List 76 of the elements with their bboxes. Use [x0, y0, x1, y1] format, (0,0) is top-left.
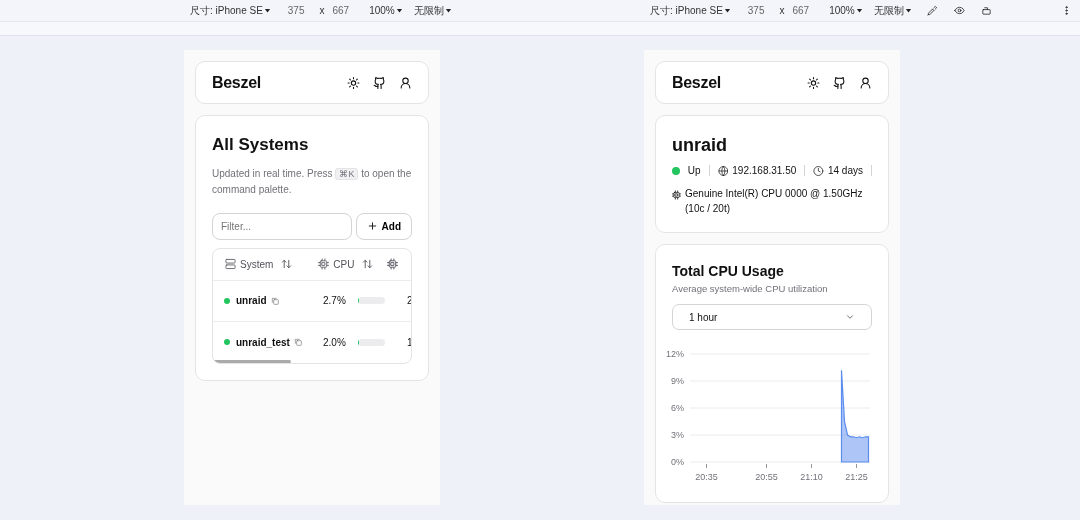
eyedropper-icon[interactable]: [926, 5, 938, 16]
caret-icon: [262, 6, 272, 15]
system-title: unraid: [672, 134, 728, 157]
device-dropdown[interactable]: 尺寸: iPhone SE: [650, 3, 732, 18]
x-tick-label: 20:55: [755, 472, 778, 483]
zoom-dropdown[interactable]: 100%: [829, 3, 864, 18]
times-sign: x: [319, 4, 325, 18]
brand-logo[interactable]: Beszel: [672, 70, 721, 95]
column-header[interactable]: System: [225, 256, 293, 272]
cpu-value: 2.0%: [323, 335, 346, 350]
y-tick-label: 3%: [671, 430, 684, 441]
card-subtitle: Average system-wide CPU utilization: [672, 282, 829, 296]
cpu-bar: [358, 338, 385, 346]
user-icon[interactable]: [859, 75, 872, 90]
device-label: 尺寸: iPhone SE: [650, 4, 723, 18]
height-field[interactable]: 667: [332, 3, 350, 18]
x-tick-label: 21:10: [800, 472, 823, 483]
scrollbar-thumb[interactable]: [213, 359, 291, 363]
zoom-label: 100%: [369, 4, 395, 18]
cpu-bar: [358, 297, 385, 304]
sort-icon: [281, 257, 293, 271]
add-button[interactable]: Add: [355, 212, 412, 240]
system-name[interactable]: unraid: [236, 293, 267, 308]
rotate-icon[interactable]: [980, 5, 992, 16]
chip-icon: [318, 257, 330, 271]
subtitle: Updated in real time. Press ⌘K to open the command palette.: [212, 166, 412, 197]
cpu-model: Genuine Intel(R) CPU 0000 @ 1.50GHz (10c / 20t): [685, 187, 864, 216]
filter-field[interactable]: Filter...: [212, 212, 352, 240]
zoom-dropdown[interactable]: 100%: [369, 3, 404, 18]
caret-icon: [443, 6, 453, 15]
height-field[interactable]: 667: [792, 3, 810, 18]
zoom-label: 100%: [829, 4, 855, 18]
sort-icon: [362, 257, 374, 271]
card-title: Total CPU Usage: [672, 262, 785, 281]
shortcut-key: ⌘K: [335, 167, 359, 180]
github-icon[interactable]: [373, 75, 386, 90]
times-sign: x: [779, 4, 785, 18]
caret-icon: [854, 6, 864, 15]
server-icon: [225, 257, 236, 271]
github-icon[interactable]: [833, 75, 846, 90]
status-text: Up: [687, 164, 701, 178]
caret-icon: [394, 6, 404, 15]
y-tick-label: 0%: [671, 457, 684, 468]
width-field[interactable]: 375: [287, 3, 305, 18]
clock-icon: [813, 163, 824, 178]
status-dot: [672, 166, 680, 175]
y-tick-label: 9%: [671, 376, 684, 387]
device-dropdown[interactable]: 尺寸: iPhone SE: [190, 3, 272, 18]
brand-logo[interactable]: Beszel: [212, 70, 261, 95]
theme-toggle-icon[interactable]: [807, 75, 820, 90]
y-tick-label: 12%: [666, 349, 684, 360]
theme-toggle-icon[interactable]: [347, 75, 360, 90]
chip-icon: [387, 257, 399, 271]
y-tick-label: 6%: [671, 403, 684, 414]
column-header[interactable]: CPU: [318, 256, 374, 272]
throttle-label: 无限制: [873, 4, 904, 18]
x-tick-label: 21:25: [845, 472, 868, 483]
device-label: 尺寸: iPhone SE: [190, 4, 263, 18]
caret-icon: [722, 6, 732, 15]
width-field[interactable]: 375: [747, 3, 765, 18]
page-title: All Systems: [212, 134, 310, 156]
time-range-select[interactable]: 1 hour: [672, 304, 872, 331]
uptime: 14 days: [827, 164, 863, 178]
user-icon[interactable]: [399, 75, 412, 90]
ip-address: 192.168.31.50: [732, 164, 797, 178]
cpu-value: 2.7%: [323, 294, 346, 308]
globe-icon: [717, 163, 729, 178]
plus-icon: [366, 219, 378, 233]
eye-icon[interactable]: [953, 5, 965, 16]
throttle-dropdown[interactable]: 无限制: [413, 3, 453, 18]
caret-icon: [903, 6, 913, 15]
throttle-label: 无限制: [413, 4, 444, 18]
throttle-dropdown[interactable]: 无限制: [873, 3, 913, 18]
x-tick-label: 20:35: [695, 472, 718, 483]
system-name[interactable]: unraid_test: [236, 334, 290, 350]
chip-icon: [672, 188, 681, 202]
